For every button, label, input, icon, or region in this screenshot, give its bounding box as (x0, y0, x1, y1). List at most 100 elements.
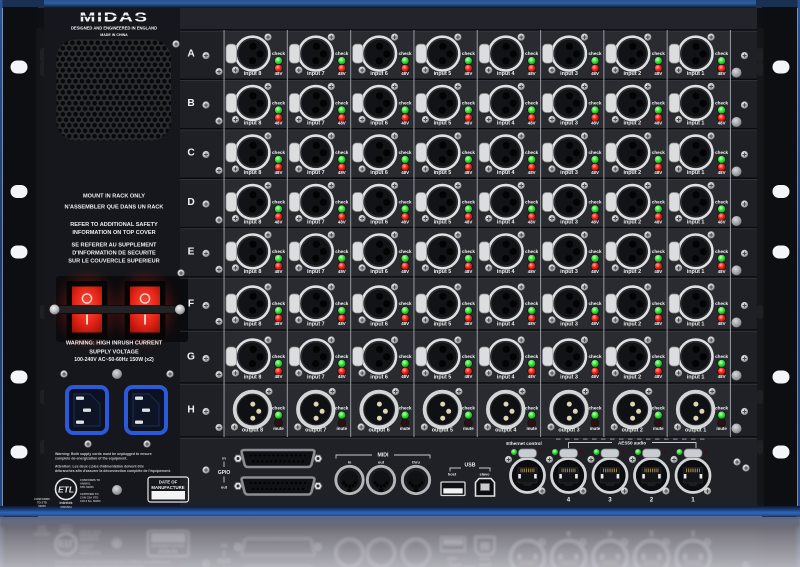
svg-text:input 8: input 8 (244, 71, 262, 77)
svg-text:input 6: input 6 (370, 71, 388, 77)
svg-text:MADE IN CHINA: MADE IN CHINA (100, 33, 128, 37)
svg-text:AES50 audio: AES50 audio (618, 441, 646, 446)
svg-text:input 6: input 6 (370, 322, 388, 328)
svg-text:output 3: output 3 (558, 428, 579, 434)
svg-text:REFER TO ADDITIONAL SAFETY: REFER TO ADDITIONAL SAFETY (70, 222, 158, 228)
svg-text:input 3: input 3 (560, 375, 578, 381)
svg-text:SUPPLY VOLTAGE: SUPPLY VOLTAGE (89, 350, 139, 356)
svg-text:output 8: output 8 (242, 428, 263, 434)
svg-text:input 3: input 3 (560, 121, 578, 127)
svg-text:Attention: Les deux c‚bles d'a: Attention: Les deux c‚bles d'alimentatio… (55, 465, 144, 469)
svg-text:input 8: input 8 (244, 219, 262, 225)
svg-text:output 5: output 5 (432, 428, 453, 434)
svg-text:MOUNT IN RACK ONLY: MOUNT IN RACK ONLY (83, 194, 145, 200)
svg-text:input 2: input 2 (623, 322, 641, 328)
svg-text:CERTIFIED TO: CERTIFIED TO (80, 492, 99, 496)
svg-text:input 8: input 8 (244, 269, 262, 275)
svg-text:input 7: input 7 (307, 219, 325, 225)
svg-text:input 3: input 3 (560, 322, 578, 328)
svg-text:input 5: input 5 (434, 71, 452, 77)
svg-text:input 7: input 7 (307, 269, 325, 275)
svg-text:input 6: input 6 (370, 269, 388, 275)
svg-text:input 8: input 8 (244, 170, 262, 176)
svg-text:input 8: input 8 (244, 121, 262, 127)
svg-text:input 8: input 8 (244, 375, 262, 381)
svg-text:out: out (221, 485, 228, 490)
svg-text:USB: USB (465, 463, 476, 469)
svg-text:output 1: output 1 (685, 428, 706, 434)
svg-text:out: out (378, 460, 385, 465)
svg-text:input 7: input 7 (307, 71, 325, 77)
svg-text:3050504: 3050504 (60, 505, 72, 509)
svg-text:input 4: input 4 (497, 269, 515, 275)
svg-text:input 7: input 7 (307, 170, 325, 176)
svg-text:input 1: input 1 (687, 170, 705, 176)
svg-text:input 8: input 8 (244, 322, 262, 328)
svg-text:input 6: input 6 (370, 170, 388, 176)
svg-text:100-240V AC~50-60Hz 150W (x2): 100-240V AC~50-60Hz 150W (x2) (74, 357, 154, 363)
svg-text:A: A (187, 49, 195, 60)
svg-text:MIDAS: MIDAS (80, 10, 149, 24)
svg-text:input 2: input 2 (623, 375, 641, 381)
svg-text:G: G (187, 352, 195, 363)
svg-text:SUR LE COUVERCLE SUPERIEUR: SUR LE COUVERCLE SUPERIEUR (68, 259, 159, 265)
svg-text:input 3: input 3 (560, 170, 578, 176)
svg-text:4: 4 (567, 497, 571, 504)
svg-text:MIDI: MIDI (378, 453, 390, 459)
svg-text:input 5: input 5 (434, 121, 452, 127)
svg-text:N'ASSEMBLER QUE DANS UN RACK: N'ASSEMBLER QUE DANS UN RACK (65, 205, 164, 211)
svg-text:input 2: input 2 (623, 121, 641, 127)
svg-text:input 1: input 1 (687, 375, 705, 381)
svg-text:H: H (187, 405, 194, 416)
svg-text:2: 2 (650, 497, 654, 504)
svg-text:CAN CSA STD: CAN CSA STD (80, 496, 98, 500)
svg-text:input 4: input 4 (497, 71, 515, 77)
svg-text:F: F (188, 299, 194, 310)
svg-text:slave: slave (479, 472, 490, 477)
svg-text:CONFORMS: CONFORMS (34, 497, 50, 501)
svg-text:input 2: input 2 (623, 219, 641, 225)
svg-text:input 4: input 4 (497, 170, 515, 176)
svg-text:3: 3 (608, 497, 612, 504)
svg-text:DATE OF: DATE OF (159, 480, 178, 485)
svg-text:input 5: input 5 (434, 269, 452, 275)
svg-text:input 6: input 6 (370, 375, 388, 381)
svg-text:ANSI/UL: ANSI/UL (80, 482, 91, 486)
svg-text:Ethernet control: Ethernet control (506, 441, 541, 446)
svg-text:WARNING: HIGH INRUSH CURRENT: WARNING: HIGH INRUSH CURRENT (66, 341, 163, 347)
svg-text:C22.2 No. 60950: C22.2 No. 60950 (80, 499, 101, 503)
svg-text:input 7: input 7 (307, 322, 325, 328)
svg-text:input 5: input 5 (434, 219, 452, 225)
svg-text:DESIGNED AND ENGINEERED IN ENG: DESIGNED AND ENGINEERED IN ENGLAND (71, 25, 157, 30)
svg-text:input 5: input 5 (434, 322, 452, 328)
svg-text:input 4: input 4 (497, 219, 515, 225)
svg-text:input 2: input 2 (623, 269, 641, 275)
svg-text:host: host (448, 472, 457, 477)
svg-text:INFORMATION ON TOP COVER: INFORMATION ON TOP COVER (72, 230, 155, 236)
svg-text:Warning: Both supply cords mus: Warning: Both supply cords must be unplu… (55, 452, 152, 456)
svg-text:60950: 60950 (38, 504, 46, 508)
svg-text:input 7: input 7 (307, 375, 325, 381)
svg-text:input 1: input 1 (687, 219, 705, 225)
svg-text:input 5: input 5 (434, 170, 452, 176)
svg-text:input 1: input 1 (687, 71, 705, 77)
svg-text:E: E (188, 246, 195, 257)
svg-text:input 6: input 6 (370, 219, 388, 225)
svg-text:output 4: output 4 (495, 428, 516, 434)
svg-text:GPIO: GPIO (218, 470, 231, 476)
svg-text:input 4: input 4 (497, 322, 515, 328)
svg-text:D: D (187, 197, 194, 208)
svg-text:B: B (187, 98, 194, 109)
svg-text:input 4: input 4 (497, 121, 515, 127)
svg-text:output 6: output 6 (368, 428, 389, 434)
svg-text:input 3: input 3 (560, 219, 578, 225)
svg-text:input 7: input 7 (307, 121, 325, 127)
svg-text:input 1: input 1 (687, 322, 705, 328)
svg-text:output 7: output 7 (305, 428, 326, 434)
svg-text:input 1: input 1 (687, 269, 705, 275)
svg-text:SE REFERER AU SUPPLEMENT: SE REFERER AU SUPPLEMENT (72, 243, 158, 249)
svg-text:output 2: output 2 (622, 428, 643, 434)
svg-text:in: in (222, 456, 226, 461)
svg-text:input 1: input 1 (687, 121, 705, 127)
svg-text:input 6: input 6 (370, 121, 388, 127)
